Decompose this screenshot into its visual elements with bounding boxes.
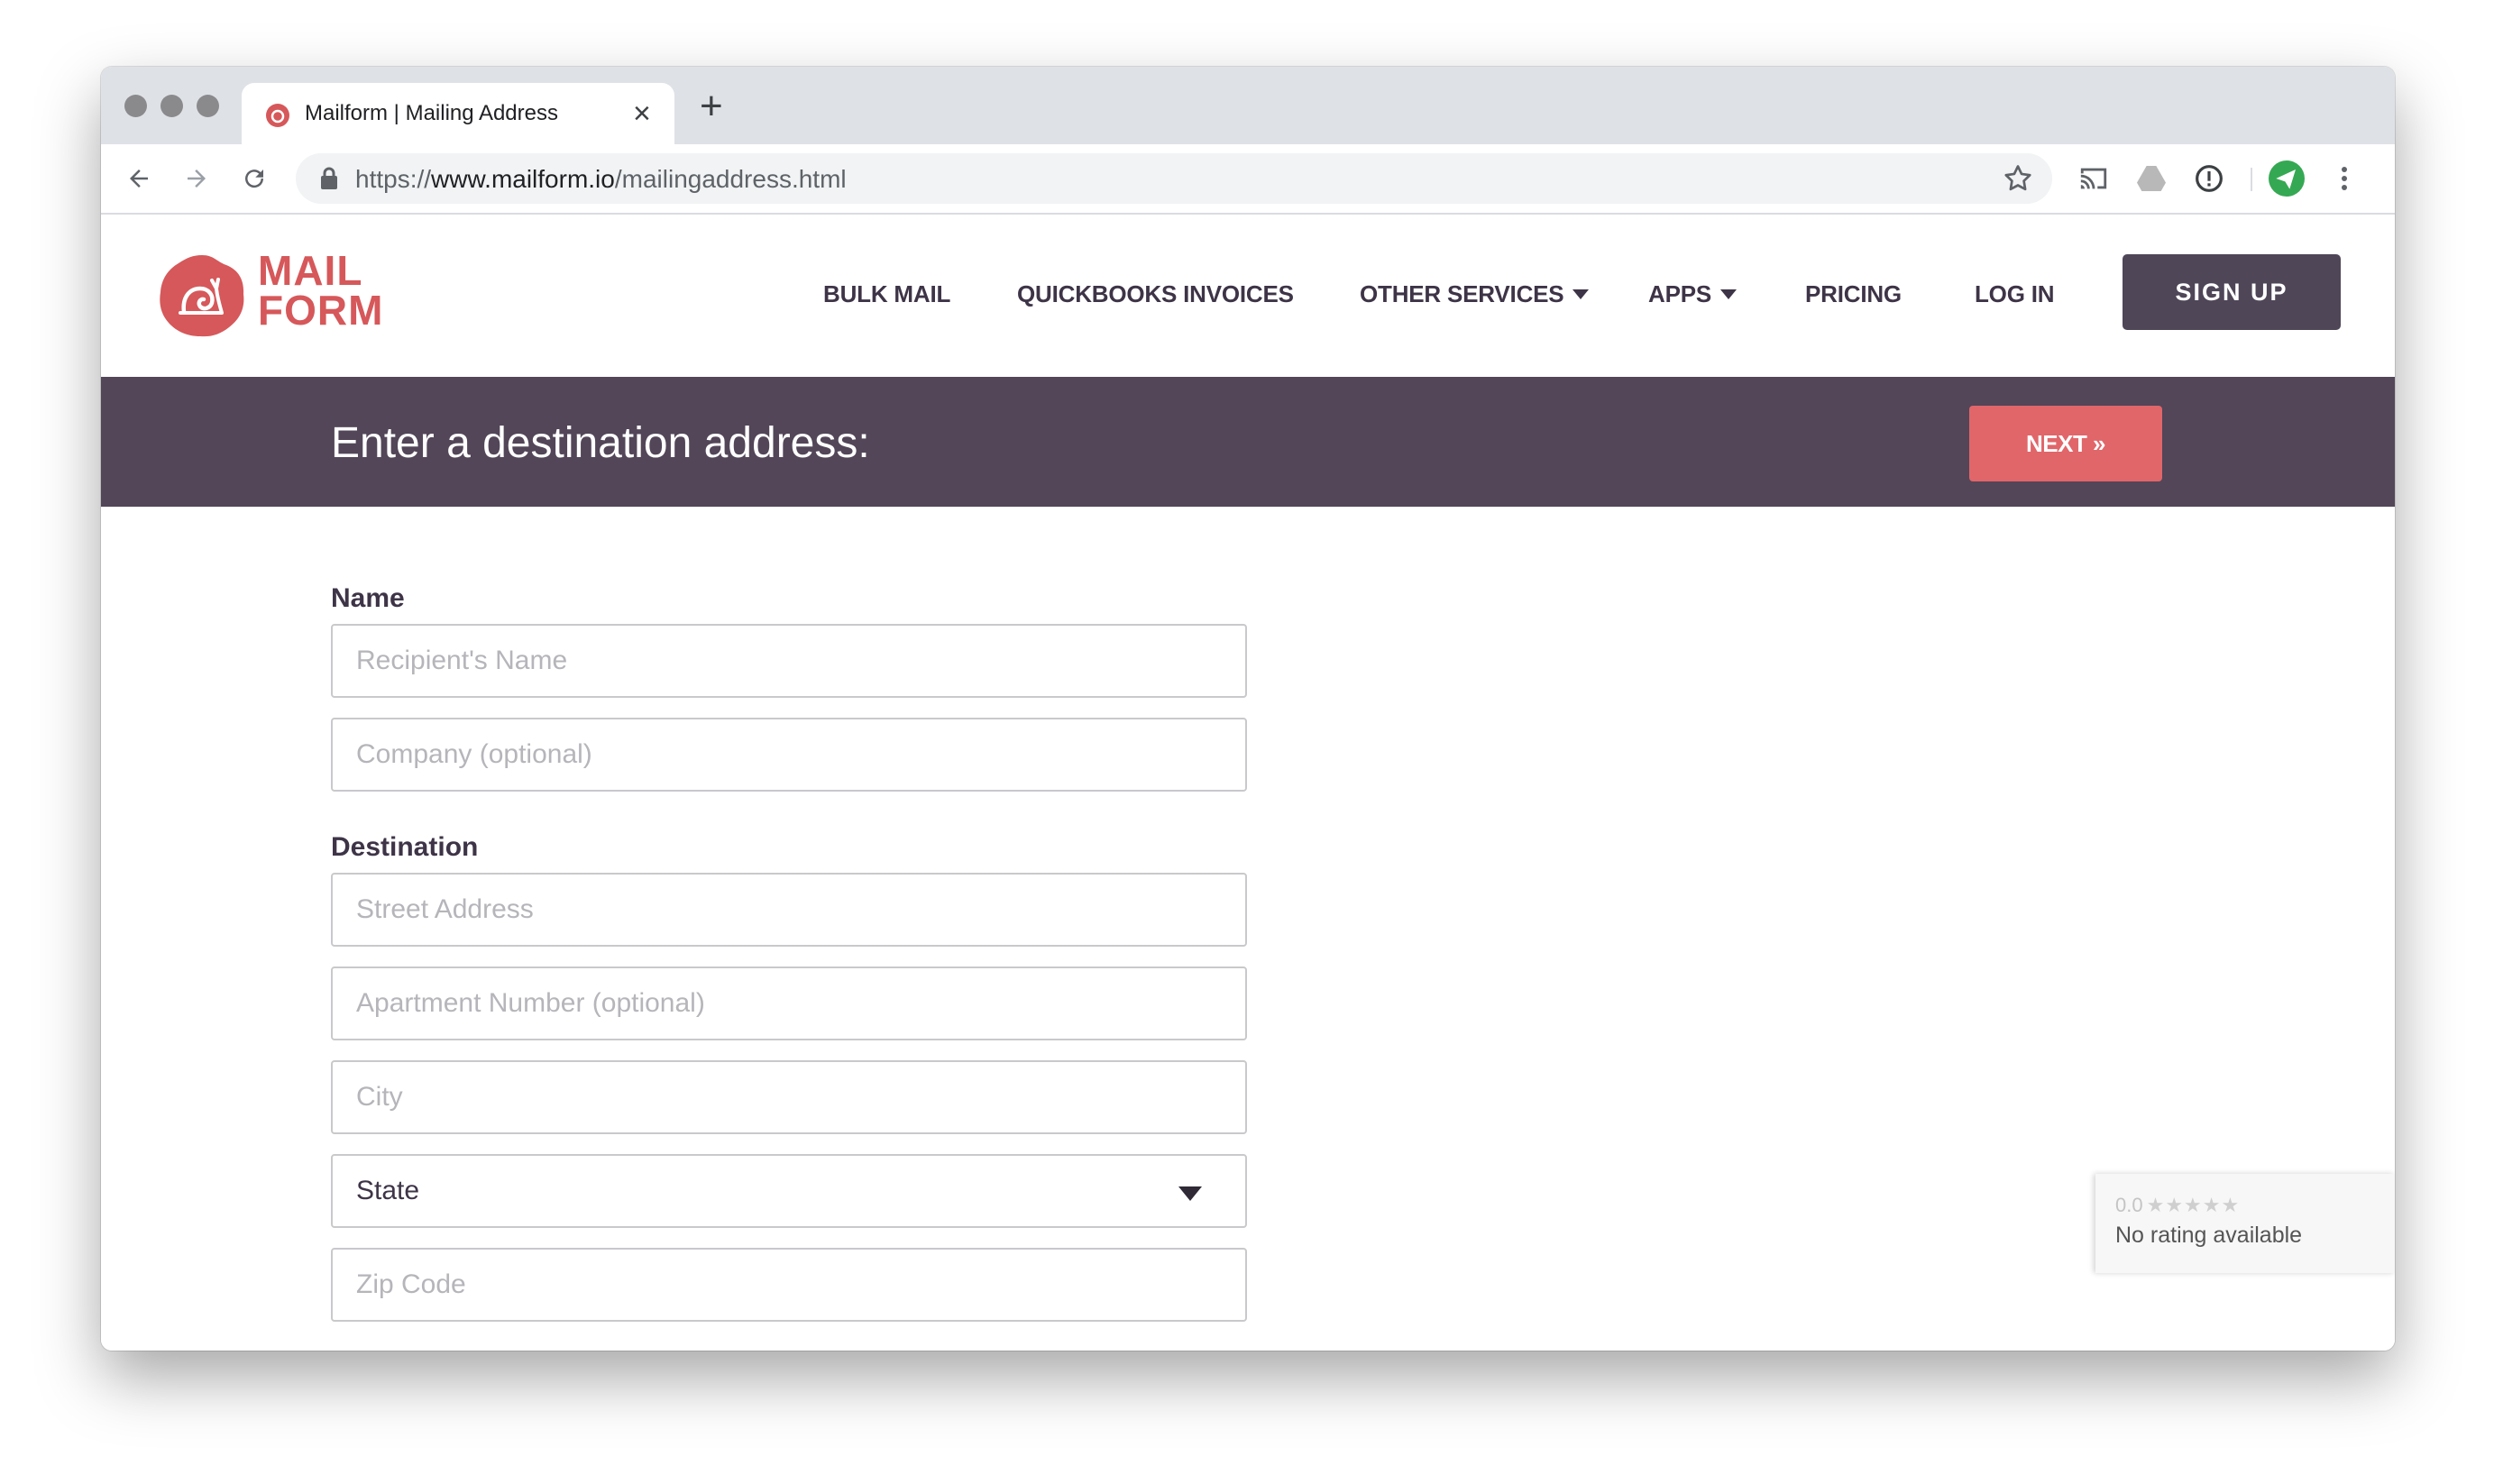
dropdown-caret-icon: [1573, 289, 1590, 299]
tab-strip: Mailform | Mailing Address × +: [101, 67, 2395, 144]
city-input[interactable]: [333, 1062, 1245, 1132]
company-input[interactable]: [333, 719, 1245, 790]
browser-toolbar: https://www.mailform.io/mailingaddress.h…: [101, 144, 2395, 215]
mailform-logo-icon[interactable]: [157, 252, 247, 339]
address-bar[interactable]: https://www.mailform.io/mailingaddress.h…: [296, 153, 2052, 204]
minimize-window-button[interactable]: [160, 95, 183, 117]
site-header: MAIL FORM BULK MAIL QUICKBOOKS INVOICES …: [101, 215, 2395, 377]
zoom-window-button[interactable]: [197, 95, 219, 117]
tab-mailform[interactable]: Mailform | Mailing Address ×: [242, 83, 674, 144]
city-field[interactable]: [331, 1060, 1247, 1134]
nav-bulk-mail[interactable]: BULK MAIL: [823, 280, 950, 308]
reload-icon[interactable]: [236, 160, 272, 197]
name-label: Name: [331, 583, 405, 613]
nav-apps[interactable]: APPS: [1648, 280, 1738, 308]
recipient-name-input[interactable]: [333, 626, 1245, 696]
drive-icon[interactable]: [2133, 160, 2169, 197]
lock-icon: [321, 167, 337, 189]
back-arrow-icon[interactable]: [121, 160, 157, 197]
toolbar-divider: [2251, 168, 2252, 191]
nav-pricing[interactable]: PRICING: [1805, 280, 1902, 308]
tab-close-icon[interactable]: ×: [633, 96, 651, 132]
mailform-wordmark[interactable]: MAIL FORM: [258, 250, 383, 331]
apartment-number-field[interactable]: [331, 966, 1247, 1040]
nav-log-in[interactable]: LOG IN: [1975, 280, 2055, 308]
state-select[interactable]: State: [331, 1154, 1247, 1228]
tab-title: Mailform | Mailing Address: [305, 101, 558, 125]
info-extension-icon[interactable]: [2191, 160, 2227, 197]
step-banner: Enter a destination address: NEXT »: [101, 377, 2395, 507]
close-window-button[interactable]: [124, 95, 147, 117]
sign-up-button[interactable]: SIGN UP: [2123, 254, 2341, 330]
nav-other-services[interactable]: OTHER SERVICES: [1360, 280, 1590, 308]
apartment-number-input[interactable]: [333, 968, 1245, 1039]
recipient-name-field[interactable]: [331, 624, 1247, 698]
rating-widget[interactable]: 0.0 ★★★★★ No rating available: [2095, 1174, 2395, 1273]
banner-title: Enter a destination address:: [331, 419, 870, 467]
dropdown-caret-icon: [1720, 289, 1738, 299]
rating-score: 0.0 ★★★★★: [2115, 1194, 2241, 1216]
cast-icon[interactable]: [2076, 160, 2112, 197]
url-text: https://www.mailform.io/mailingaddress.h…: [355, 165, 847, 193]
rating-stars-icon: ★★★★★: [2146, 1194, 2241, 1216]
street-address-field[interactable]: [331, 873, 1247, 947]
send-extension-icon[interactable]: [2269, 160, 2305, 197]
forward-arrow-icon[interactable]: [179, 160, 215, 197]
browser-window: Mailform | Mailing Address × + https://w…: [101, 67, 2395, 1351]
bookmark-star-icon[interactable]: [2002, 162, 2034, 195]
new-tab-button[interactable]: +: [700, 87, 723, 126]
rating-status-text: No rating available: [2115, 1223, 2303, 1248]
zip-code-input[interactable]: [333, 1250, 1245, 1320]
company-field[interactable]: [331, 718, 1247, 792]
mailform-favicon-icon: [266, 104, 289, 127]
state-selected-value: State: [356, 1176, 420, 1205]
browser-menu-icon[interactable]: [2326, 160, 2362, 197]
select-caret-icon: [1178, 1186, 1202, 1201]
street-address-input[interactable]: [333, 875, 1245, 945]
destination-label: Destination: [331, 832, 479, 862]
zip-code-field[interactable]: [331, 1248, 1247, 1322]
next-button[interactable]: NEXT »: [1969, 406, 2162, 481]
page-content: MAIL FORM BULK MAIL QUICKBOOKS INVOICES …: [101, 215, 2395, 1351]
nav-quickbooks-invoices[interactable]: QUICKBOOKS INVOICES: [1017, 280, 1294, 308]
